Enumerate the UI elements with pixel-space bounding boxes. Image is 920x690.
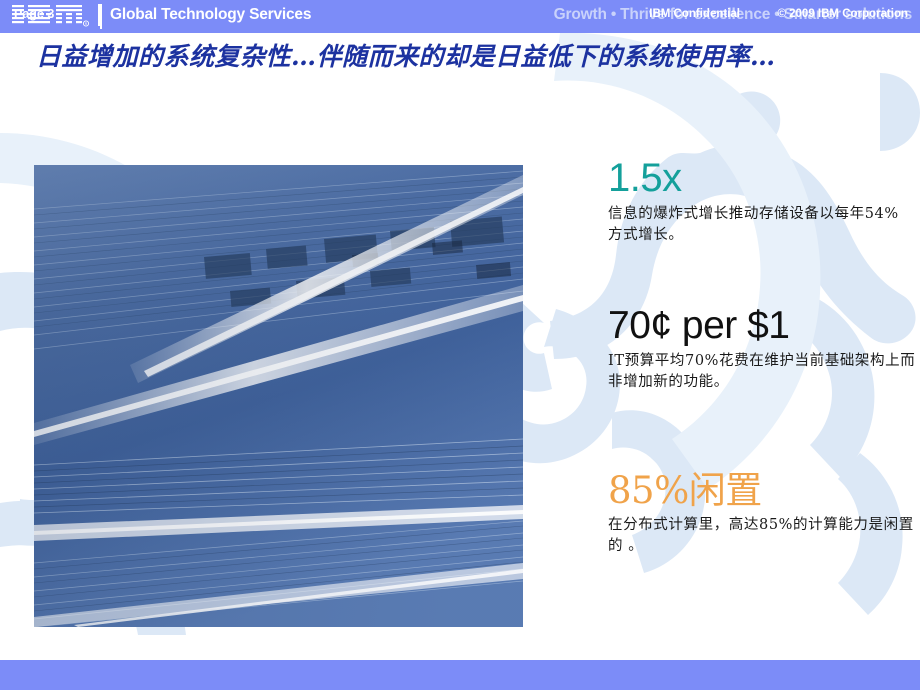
copyright-label: © 2009 IBM Corporation [777,8,908,20]
confidentiality-label: IBM Confidential [649,8,740,20]
stat-body-3: 在分布式计算里，高达85%的计算能力是闲置的 。 [608,517,914,555]
datacenter-photo [34,165,523,627]
footer-bar [0,660,920,690]
footer-divider [98,4,100,26]
stat-body-2: IT预算平均70%花费在维护当前基础架构上而非增加新的功能。 [608,353,916,391]
stat-body-1: 信息的爆炸式增长推动存储设备以每年54%方式增长。 [608,206,899,244]
slide-canvas: R Global Technology Services Growth • Th… [0,0,920,690]
page-number: Page 3 [14,7,55,21]
stat-block-idle-capacity: 85%闲置 在分布式计算里，高达85%的计算能力是闲置的 。 [608,472,918,557]
stat-headline-1: 1.5x [608,156,682,200]
stat-headline-3: 85%闲置 [608,469,762,512]
stat-headline-2: 70¢ per $1 [608,304,790,347]
header-divider [100,4,102,29]
stat-block-growth: 1.5x 信息的爆炸式增长推动存储设备以每年54%方式增长。 [608,158,908,246]
page-title: 日益增加的系统复杂性…伴随而来的却是日益低下的系统使用率… [36,42,776,71]
header-business-unit: Global Technology Services [110,6,312,23]
stat-block-maintenance-cost: 70¢ per $1 IT预算平均70%花费在维护当前基础架构上而非增加新的功能… [608,306,918,393]
